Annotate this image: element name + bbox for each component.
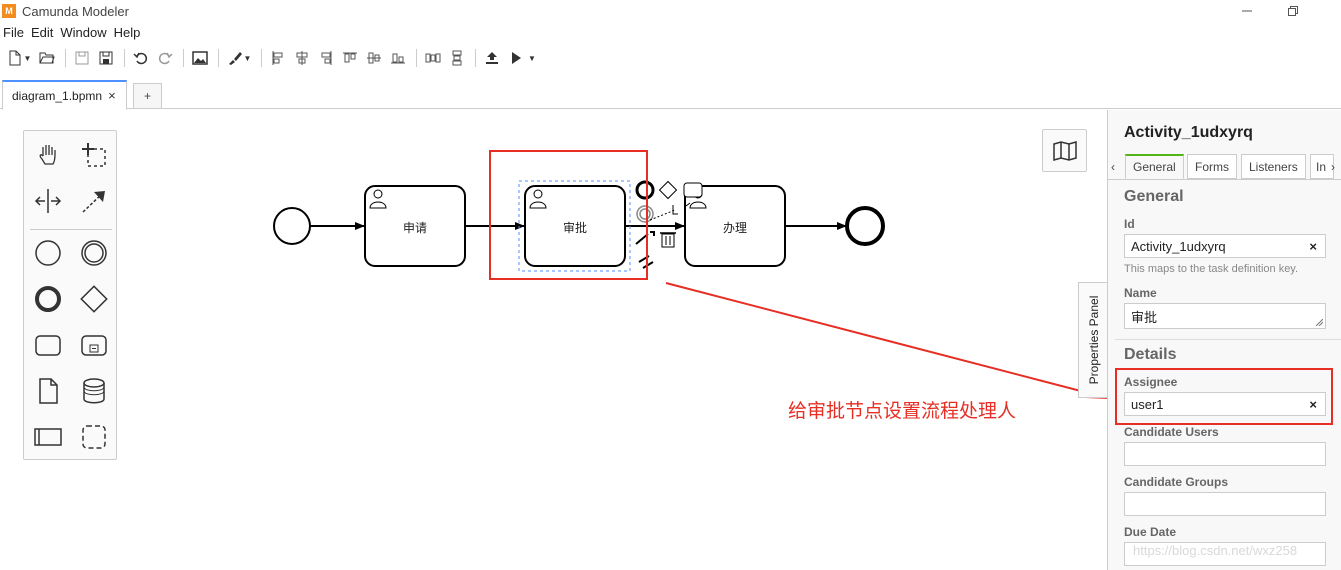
space-tool-icon — [34, 189, 62, 213]
end-event[interactable] — [845, 206, 885, 246]
create-end-event-button[interactable] — [28, 279, 68, 319]
properties-panel: Activity_1udxyrq ‹ General Forms Listene… — [1107, 110, 1341, 570]
candidate-users-field[interactable] — [1124, 442, 1326, 466]
properties-tabs: ‹ General Forms Listeners In › — [1108, 154, 1341, 180]
end-event-icon — [35, 286, 61, 312]
name-label: Name — [1124, 286, 1157, 300]
minimize-icon — [1242, 10, 1252, 12]
connect-arrow-icon — [82, 191, 105, 213]
tabs-underline — [1108, 179, 1341, 180]
space-tool-button[interactable] — [28, 181, 68, 221]
subprocess-icon — [81, 335, 107, 356]
data-store-icon — [83, 378, 105, 404]
tab-general[interactable]: General — [1125, 154, 1184, 179]
id-label: Id — [1124, 217, 1135, 231]
tabs-prev-icon[interactable]: ‹ — [1108, 154, 1123, 179]
trash-icon[interactable] — [660, 232, 676, 248]
task-label-approve: 审批 — [562, 221, 587, 235]
task-icon — [35, 335, 61, 356]
task-label-handle: 办理 — [722, 221, 747, 235]
resize-grip-icon[interactable] — [1316, 319, 1323, 326]
candidate-groups-field[interactable] — [1124, 492, 1326, 516]
start-event[interactable] — [273, 207, 311, 245]
tabs-next-icon[interactable]: › — [1328, 154, 1341, 179]
callout-arrow — [665, 282, 1101, 397]
minimap-button[interactable] — [1042, 129, 1087, 172]
minimize-button[interactable] — [1224, 0, 1270, 22]
create-subprocess-button[interactable] — [74, 325, 114, 365]
create-pool-button[interactable] — [28, 417, 68, 457]
id-field[interactable]: Activity_1udxyrq × — [1124, 234, 1326, 258]
candidate-groups-label: Candidate Groups — [1124, 475, 1229, 489]
bpmn-diagram — [273, 150, 1107, 399]
task-label-apply: 申请 — [402, 221, 427, 235]
intermediate-event-icon — [81, 240, 107, 266]
clear-icon[interactable]: × — [1309, 239, 1317, 254]
group-general-title: General — [1124, 188, 1184, 205]
palette-separator — [30, 229, 112, 230]
create-gateway-button[interactable] — [74, 279, 114, 319]
candidate-users-label: Candidate Users — [1124, 425, 1219, 439]
create-group-button[interactable] — [74, 417, 114, 457]
gateway-icon — [80, 285, 108, 313]
map-icon — [1052, 140, 1077, 161]
id-value: Activity_1udxyrq — [1131, 238, 1226, 254]
tab-forms[interactable]: Forms — [1187, 154, 1237, 179]
lasso-icon — [82, 143, 106, 167]
hand-icon — [39, 145, 56, 165]
restore-icon — [1288, 6, 1298, 16]
pool-icon — [34, 428, 62, 446]
create-task-button[interactable] — [28, 325, 68, 365]
palette — [23, 130, 117, 460]
lasso-tool-button[interactable] — [74, 135, 114, 175]
append-gateway-icon[interactable] — [658, 180, 678, 200]
restore-button[interactable] — [1270, 0, 1316, 22]
data-object-icon — [39, 378, 58, 404]
create-start-event-button[interactable] — [28, 233, 68, 273]
due-date-label: Due Date — [1124, 525, 1177, 539]
append-end-event-icon[interactable] — [635, 180, 655, 200]
create-data-store-button[interactable] — [74, 371, 114, 411]
group-icon — [82, 425, 106, 449]
callout-text: 给审批节点设置流程处理人 — [788, 400, 1017, 422]
create-data-object-button[interactable] — [28, 371, 68, 411]
start-event-icon — [35, 240, 61, 266]
global-connect-button[interactable] — [74, 181, 114, 221]
append-task-icon[interactable] — [683, 182, 703, 198]
element-id-heading: Activity_1udxyrq — [1124, 124, 1253, 141]
create-intermediate-event-button[interactable] — [74, 233, 114, 273]
tab-listeners[interactable]: Listeners — [1241, 154, 1306, 179]
id-hint: This maps to the task definition key. — [1124, 263, 1299, 275]
hand-tool-button[interactable] — [28, 135, 68, 175]
properties-panel-toggle-label: Properties Panel — [1087, 295, 1101, 385]
assignee-highlight-box — [1115, 368, 1333, 425]
group-details-title: Details — [1124, 346, 1177, 363]
group-divider — [1115, 339, 1341, 340]
wrench-icon[interactable] — [635, 231, 655, 245]
name-field[interactable]: 审批 — [1124, 303, 1326, 329]
watermark: https://blog.csdn.net/wxz258 — [1133, 543, 1298, 558]
name-value: 审批 — [1131, 309, 1158, 325]
